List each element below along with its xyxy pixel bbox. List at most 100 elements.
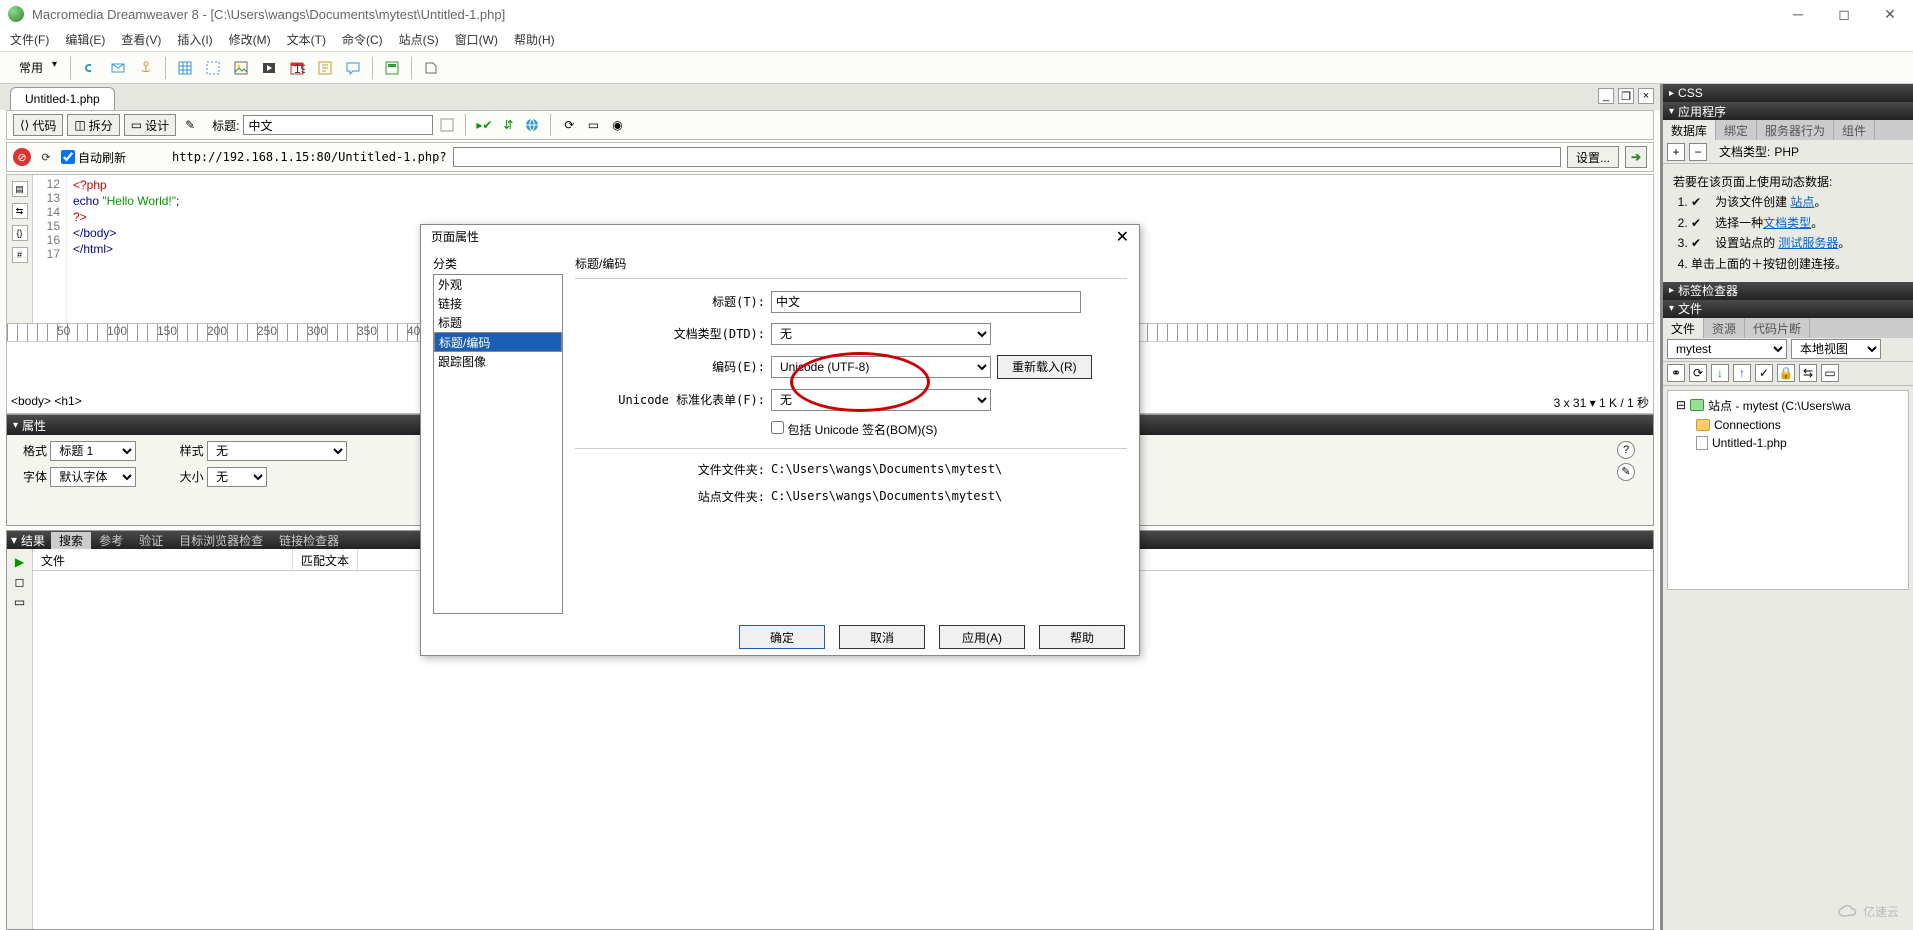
help-icon[interactable]: ? [1617,441,1635,459]
menu-file[interactable]: 文件(F) [4,29,55,50]
insert-category-dropdown[interactable]: 常用 [10,56,62,79]
tab-database[interactable]: 数据库 [1663,120,1716,140]
normalization-select[interactable]: 无 [771,389,991,411]
validate-icon[interactable]: ▸✔ [474,115,494,135]
cat-appearance[interactable]: 外观 [434,275,562,294]
results-tab-browser-check[interactable]: 目标浏览器检查 [171,532,271,549]
expand-icon[interactable]: ▭ [1821,364,1839,382]
remove-button[interactable]: − [1689,143,1707,161]
menu-help[interactable]: 帮助(H) [508,29,561,50]
col-file[interactable]: 文件 [33,549,293,570]
doctype-link[interactable]: 文档类型 [1763,216,1811,230]
checkin-icon[interactable]: 🔒 [1777,364,1795,382]
file-tree[interactable]: ⊟ 站点 - mytest (C:\Users\wa Connections U… [1667,390,1909,590]
col-match[interactable]: 匹配文本 [293,549,358,570]
cat-title-encoding[interactable]: 标题/编码 [434,332,562,352]
bom-checkbox[interactable]: 包括 Unicode 签名(BOM)(S) [771,421,937,438]
div-icon[interactable] [202,57,224,79]
settings-button[interactable]: 设置... [1567,146,1619,168]
refresh-files-icon[interactable]: ⟳ [1689,364,1707,382]
font-select[interactable]: 默认字体 [50,467,136,487]
refresh-icon[interactable]: ⟳ [37,148,55,166]
view-design-button[interactable]: ▭设计 [124,114,176,136]
open-documents-icon[interactable]: ▤ [12,181,28,197]
add-button[interactable]: + [1667,143,1685,161]
tab-bindings[interactable]: 绑定 [1716,120,1757,140]
visual-aids-icon[interactable]: ◉ [607,115,627,135]
menu-insert[interactable]: 插入(I) [171,29,218,50]
doc-restore-icon[interactable]: ❐ [1618,88,1634,104]
hyperlink-icon[interactable] [79,57,101,79]
site-link[interactable]: 站点 [1790,195,1814,209]
save-result-icon[interactable]: ▭ [14,595,25,609]
reload-button[interactable]: 重新载入(R) [997,355,1092,379]
dtd-select[interactable]: 无 [771,323,991,345]
size-select[interactable]: 无 [207,467,267,487]
doc-minimize-icon[interactable]: _ [1598,88,1614,104]
help-button[interactable]: 帮助 [1039,625,1125,649]
tab-files[interactable]: 文件 [1663,318,1704,338]
files-panel-header[interactable]: 文件 [1663,300,1913,318]
application-panel-header[interactable]: 应用程序 [1663,102,1913,120]
quick-tag-icon[interactable]: ✎ [1617,463,1635,481]
cat-tracing-image[interactable]: 跟踪图像 [434,352,562,371]
tag-inspector-header[interactable]: 标签检查器 [1663,282,1913,300]
anchor-icon[interactable] [135,57,157,79]
stop-result-icon[interactable]: ◻ [15,575,25,589]
menu-modify[interactable]: 修改(M) [223,29,277,50]
preview-icon[interactable] [522,115,542,135]
go-button[interactable]: ➔ [1625,146,1647,168]
apply-button[interactable]: 应用(A) [939,625,1025,649]
media-icon[interactable] [258,57,280,79]
address-input[interactable] [453,147,1561,167]
menu-edit[interactable]: 编辑(E) [59,29,111,50]
play-icon[interactable]: ▶ [15,555,24,569]
templates-icon[interactable] [381,57,403,79]
tree-folder[interactable]: Connections [1672,416,1904,434]
auto-refresh-checkbox[interactable]: 自动刷新 [61,149,126,166]
tag-chooser-icon[interactable] [420,57,442,79]
style-select[interactable]: 无 [207,441,347,461]
results-tab-link-check[interactable]: 链接检查器 [271,532,347,549]
checkout-icon[interactable]: ✓ [1755,364,1773,382]
image-icon[interactable] [230,57,252,79]
view-code-button[interactable]: ⟨⟩代码 [13,114,63,136]
tab-server-behaviors[interactable]: 服务器行为 [1757,120,1834,140]
collapse-icon[interactable]: ⇆ [12,203,28,219]
file-mgmt-icon[interactable]: ⇵ [498,115,518,135]
view-options-icon[interactable]: ▭ [583,115,603,135]
tree-file[interactable]: Untitled-1.php [1672,434,1904,452]
minimize-button[interactable]: ─ [1775,0,1821,28]
encoding-select[interactable]: Unicode (UTF-8) [771,356,991,378]
results-tab-search[interactable]: 搜索 [51,532,91,549]
dialog-close-icon[interactable]: ✕ [1116,227,1129,247]
no-browser-check-icon[interactable] [437,115,457,135]
menu-window[interactable]: 窗口(W) [449,29,504,50]
put-icon[interactable]: ↑ [1733,364,1751,382]
live-data-icon[interactable]: ✎ [180,115,200,135]
title-field[interactable] [771,291,1081,313]
cancel-button[interactable]: 取消 [839,625,925,649]
category-list[interactable]: 外观 链接 标题 标题/编码 跟踪图像 [433,274,563,614]
view-split-button[interactable]: ◫拆分 [67,114,119,136]
test-server-link[interactable]: 测试服务器 [1778,236,1838,250]
view-select[interactable]: 本地视图 [1791,339,1881,359]
refresh-icon[interactable]: ⟳ [559,115,579,135]
css-panel-header[interactable]: CSS [1663,84,1913,102]
maximize-button[interactable]: ◻ [1821,0,1867,28]
doc-close-icon[interactable]: × [1638,88,1654,104]
results-tab-reference[interactable]: 参考 [91,532,131,549]
tab-components[interactable]: 组件 [1834,120,1875,140]
title-input[interactable] [243,115,433,135]
email-icon[interactable] [107,57,129,79]
menu-site[interactable]: 站点(S) [393,29,445,50]
tag-selector[interactable]: <body> <h1> [11,394,82,411]
sync-icon[interactable]: ⇆ [1799,364,1817,382]
stop-icon[interactable]: ⊘ [13,148,31,166]
menu-view[interactable]: 查看(V) [115,29,167,50]
line-numbers-icon[interactable]: # [12,247,28,263]
close-button[interactable]: ✕ [1867,0,1913,28]
menu-text[interactable]: 文本(T) [281,29,332,50]
table-icon[interactable] [174,57,196,79]
menu-commands[interactable]: 命令(C) [336,29,389,50]
